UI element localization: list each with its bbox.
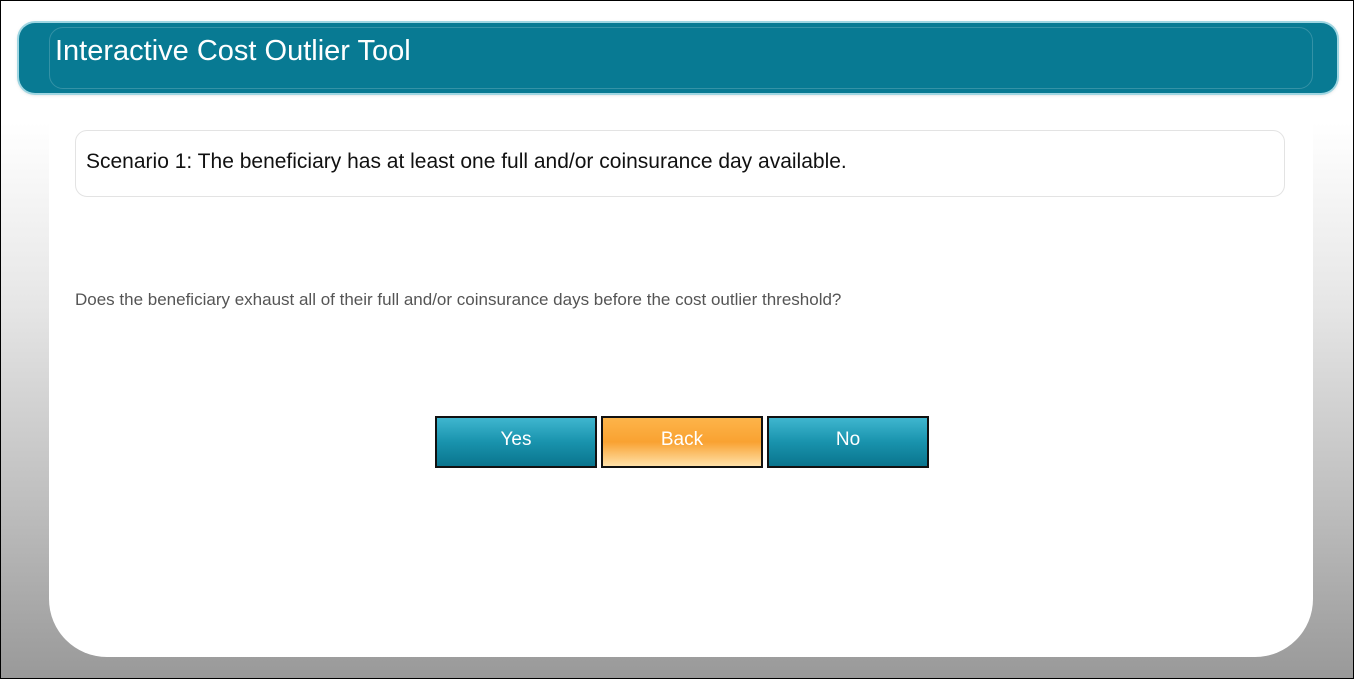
answer-button-group: Yes Back No xyxy=(435,416,929,468)
back-button[interactable]: Back xyxy=(601,416,763,468)
title-banner: Interactive Cost Outlier Tool xyxy=(19,23,1337,93)
page-title: Interactive Cost Outlier Tool xyxy=(55,35,411,67)
question-text: Does the beneficiary exhaust all of thei… xyxy=(75,290,842,309)
app-frame: Interactive Cost Outlier Tool Scenario 1… xyxy=(0,0,1354,679)
scenario-box: Scenario 1: The beneficiary has at least… xyxy=(75,130,1285,197)
scenario-text: Scenario 1: The beneficiary has at least… xyxy=(86,150,847,173)
yes-button[interactable]: Yes xyxy=(435,416,597,468)
no-button[interactable]: No xyxy=(767,416,929,468)
